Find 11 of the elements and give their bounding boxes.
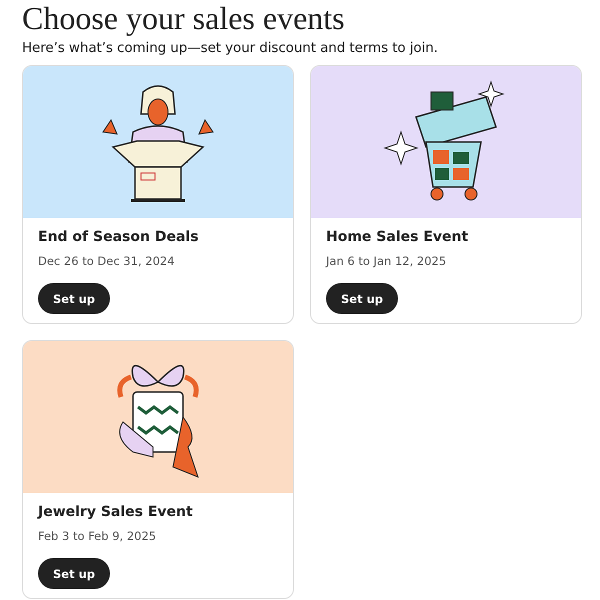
setup-button[interactable]: Set up: [38, 283, 110, 314]
setup-button[interactable]: Set up: [38, 558, 110, 589]
event-dates: Dec 26 to Dec 31, 2024: [38, 254, 176, 268]
setup-button[interactable]: Set up: [326, 283, 398, 314]
event-title: End of Season Deals: [38, 229, 200, 245]
page-heading: Choose your sales events: [22, 0, 346, 36]
event-dates: Jan 6 to Jan 12, 2025: [326, 254, 448, 268]
page-subtitle: Here’s what’s coming up—set your discount and terms to join.: [22, 40, 439, 56]
event-title: Home Sales Event: [326, 229, 470, 245]
event-title: Jewelry Sales Event: [38, 504, 194, 520]
event-dates: Feb 3 to Feb 9, 2025: [38, 529, 158, 543]
